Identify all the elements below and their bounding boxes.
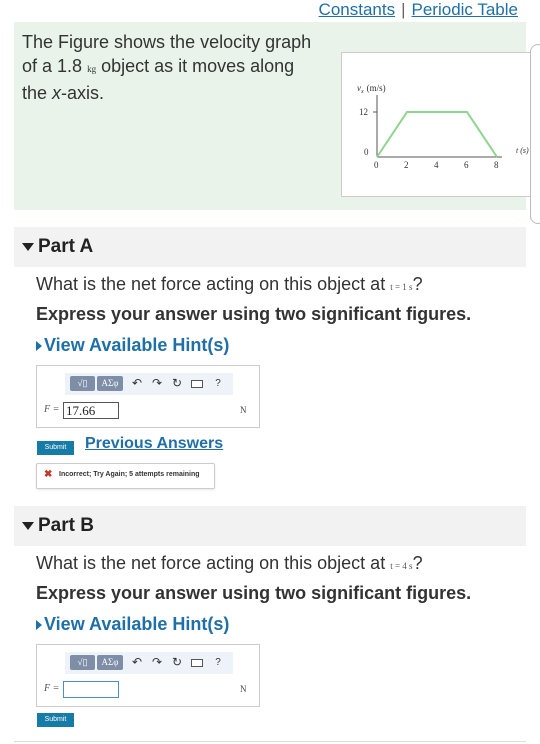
part-b-question-math: t = 4 s [390, 561, 413, 571]
keyboard-icon[interactable] [191, 376, 203, 391]
part-a-unit-label: N [240, 405, 247, 415]
part-a-math-toolbar: √▯ ΑΣφ ↶ ↷ ↻ ? [65, 373, 233, 395]
constants-link[interactable]: Constants [319, 0, 396, 19]
part-b-title[interactable]: Part B [22, 515, 94, 537]
x-tick-label: 2 [404, 160, 409, 170]
part-a-answer-box: √▯ ΑΣφ ↶ ↷ ↻ ? F = 17.66 N [36, 365, 260, 428]
bottom-divider [14, 741, 526, 742]
undo-icon[interactable]: ↶ [131, 376, 143, 391]
intro-text-end: -axis. [61, 83, 105, 103]
periodic-table-link[interactable]: Periodic Table [412, 0, 518, 19]
x-tick-label: 6 [464, 160, 469, 170]
greek-symbols-button[interactable]: ΑΣφ [97, 376, 123, 391]
x-tick-label: 8 [494, 160, 499, 170]
y-tick-label: 12 [359, 107, 368, 117]
part-a-header[interactable]: Part A [14, 227, 526, 267]
help-icon[interactable]: ? [213, 655, 223, 670]
intro-panel: The Figure shows the velocity graph of a… [14, 22, 533, 210]
feedback-text: Incorrect; Try Again; 5 attempts remaini… [59, 471, 200, 478]
force-variable-label: F = [44, 683, 60, 694]
header-separator: | [401, 0, 406, 19]
part-b-hint-text: View Available Hint(s) [44, 614, 230, 634]
x-axis-ticks: 0 2 4 6 8 [374, 160, 499, 170]
expand-triangle-icon [36, 620, 42, 631]
part-b-math-toolbar: √▯ ΑΣφ ↶ ↷ ↻ ? [65, 652, 233, 674]
template-button[interactable]: √▯ [70, 376, 95, 391]
part-b-instruction: Express your answer using two significan… [36, 583, 472, 603]
part-a-answer-input[interactable]: 17.66 [63, 402, 119, 419]
part-a-question: What is the net force acting on this obj… [36, 274, 423, 295]
part-b-answer-box: √▯ ΑΣφ ↶ ↷ ↻ ? F = N [36, 644, 260, 707]
force-variable-label: F = [44, 404, 60, 415]
velocity-graph: vx (m/s) 12 0 0 2 4 6 8 t (s) [341, 52, 533, 197]
part-b-title-text: Part B [38, 515, 94, 536]
part-a-hint-text: View Available Hint(s) [44, 335, 230, 355]
part-b-question-text: What is the net force acting on this obj… [36, 553, 386, 573]
redo-icon[interactable]: ↷ [151, 655, 163, 670]
velocity-line [376, 111, 498, 158]
part-a-question-text: What is the net force acting on this obj… [36, 274, 386, 294]
header-links: Constants | Periodic Table [319, 0, 518, 20]
expand-triangle-icon [36, 341, 42, 352]
part-a-feedback: ✖ Incorrect; Try Again; 5 attempts remai… [36, 463, 215, 489]
part-b-answer-input[interactable] [63, 681, 119, 698]
incorrect-x-icon: ✖ [44, 469, 53, 480]
part-b-header[interactable]: Part B [14, 506, 526, 546]
mass-unit: kg [87, 64, 97, 74]
part-a-hint-link[interactable]: View Available Hint(s) [36, 335, 229, 356]
part-b-submit-button[interactable]: Submit [37, 713, 74, 727]
template-button[interactable]: √▯ [70, 655, 95, 670]
part-b-hint-link[interactable]: View Available Hint(s) [36, 614, 229, 635]
collapse-triangle-icon [22, 521, 34, 530]
reset-icon[interactable]: ↻ [171, 655, 183, 670]
undo-icon[interactable]: ↶ [131, 655, 143, 670]
part-a-submit-button[interactable]: Submit [37, 441, 74, 455]
side-panel-edge [530, 44, 540, 224]
keyboard-icon[interactable] [191, 655, 203, 670]
velocity-graph-svg: vx (m/s) 12 0 0 2 4 6 8 t (s) [357, 83, 529, 170]
collapse-triangle-icon [22, 242, 34, 251]
x-tick-label: 0 [374, 160, 379, 170]
help-icon[interactable]: ? [213, 376, 223, 391]
part-a-title-text: Part A [38, 236, 94, 257]
part-b-question: What is the net force acting on this obj… [36, 553, 423, 574]
y-zero-label: 0 [364, 147, 369, 157]
part-a-instruction: Express your answer using two significan… [36, 304, 472, 324]
axis-variable: x [52, 83, 62, 103]
intro-text: The Figure shows the velocity graph of a… [22, 30, 322, 105]
reset-icon[interactable]: ↻ [171, 376, 183, 391]
part-a-title[interactable]: Part A [22, 236, 93, 258]
part-b-unit-label: N [240, 684, 247, 694]
x-axis-label: t (s) [516, 146, 529, 155]
previous-answers-link[interactable]: Previous Answers [85, 435, 223, 453]
redo-icon[interactable]: ↷ [151, 376, 163, 391]
part-a-question-mark: ? [412, 274, 423, 294]
greek-symbols-button[interactable]: ΑΣφ [97, 655, 123, 670]
x-tick-label: 4 [434, 160, 439, 170]
part-b-question-mark: ? [412, 553, 423, 573]
y-axis-label: vx (m/s) [357, 83, 386, 95]
part-a-question-math: t = 1 s [390, 282, 413, 292]
